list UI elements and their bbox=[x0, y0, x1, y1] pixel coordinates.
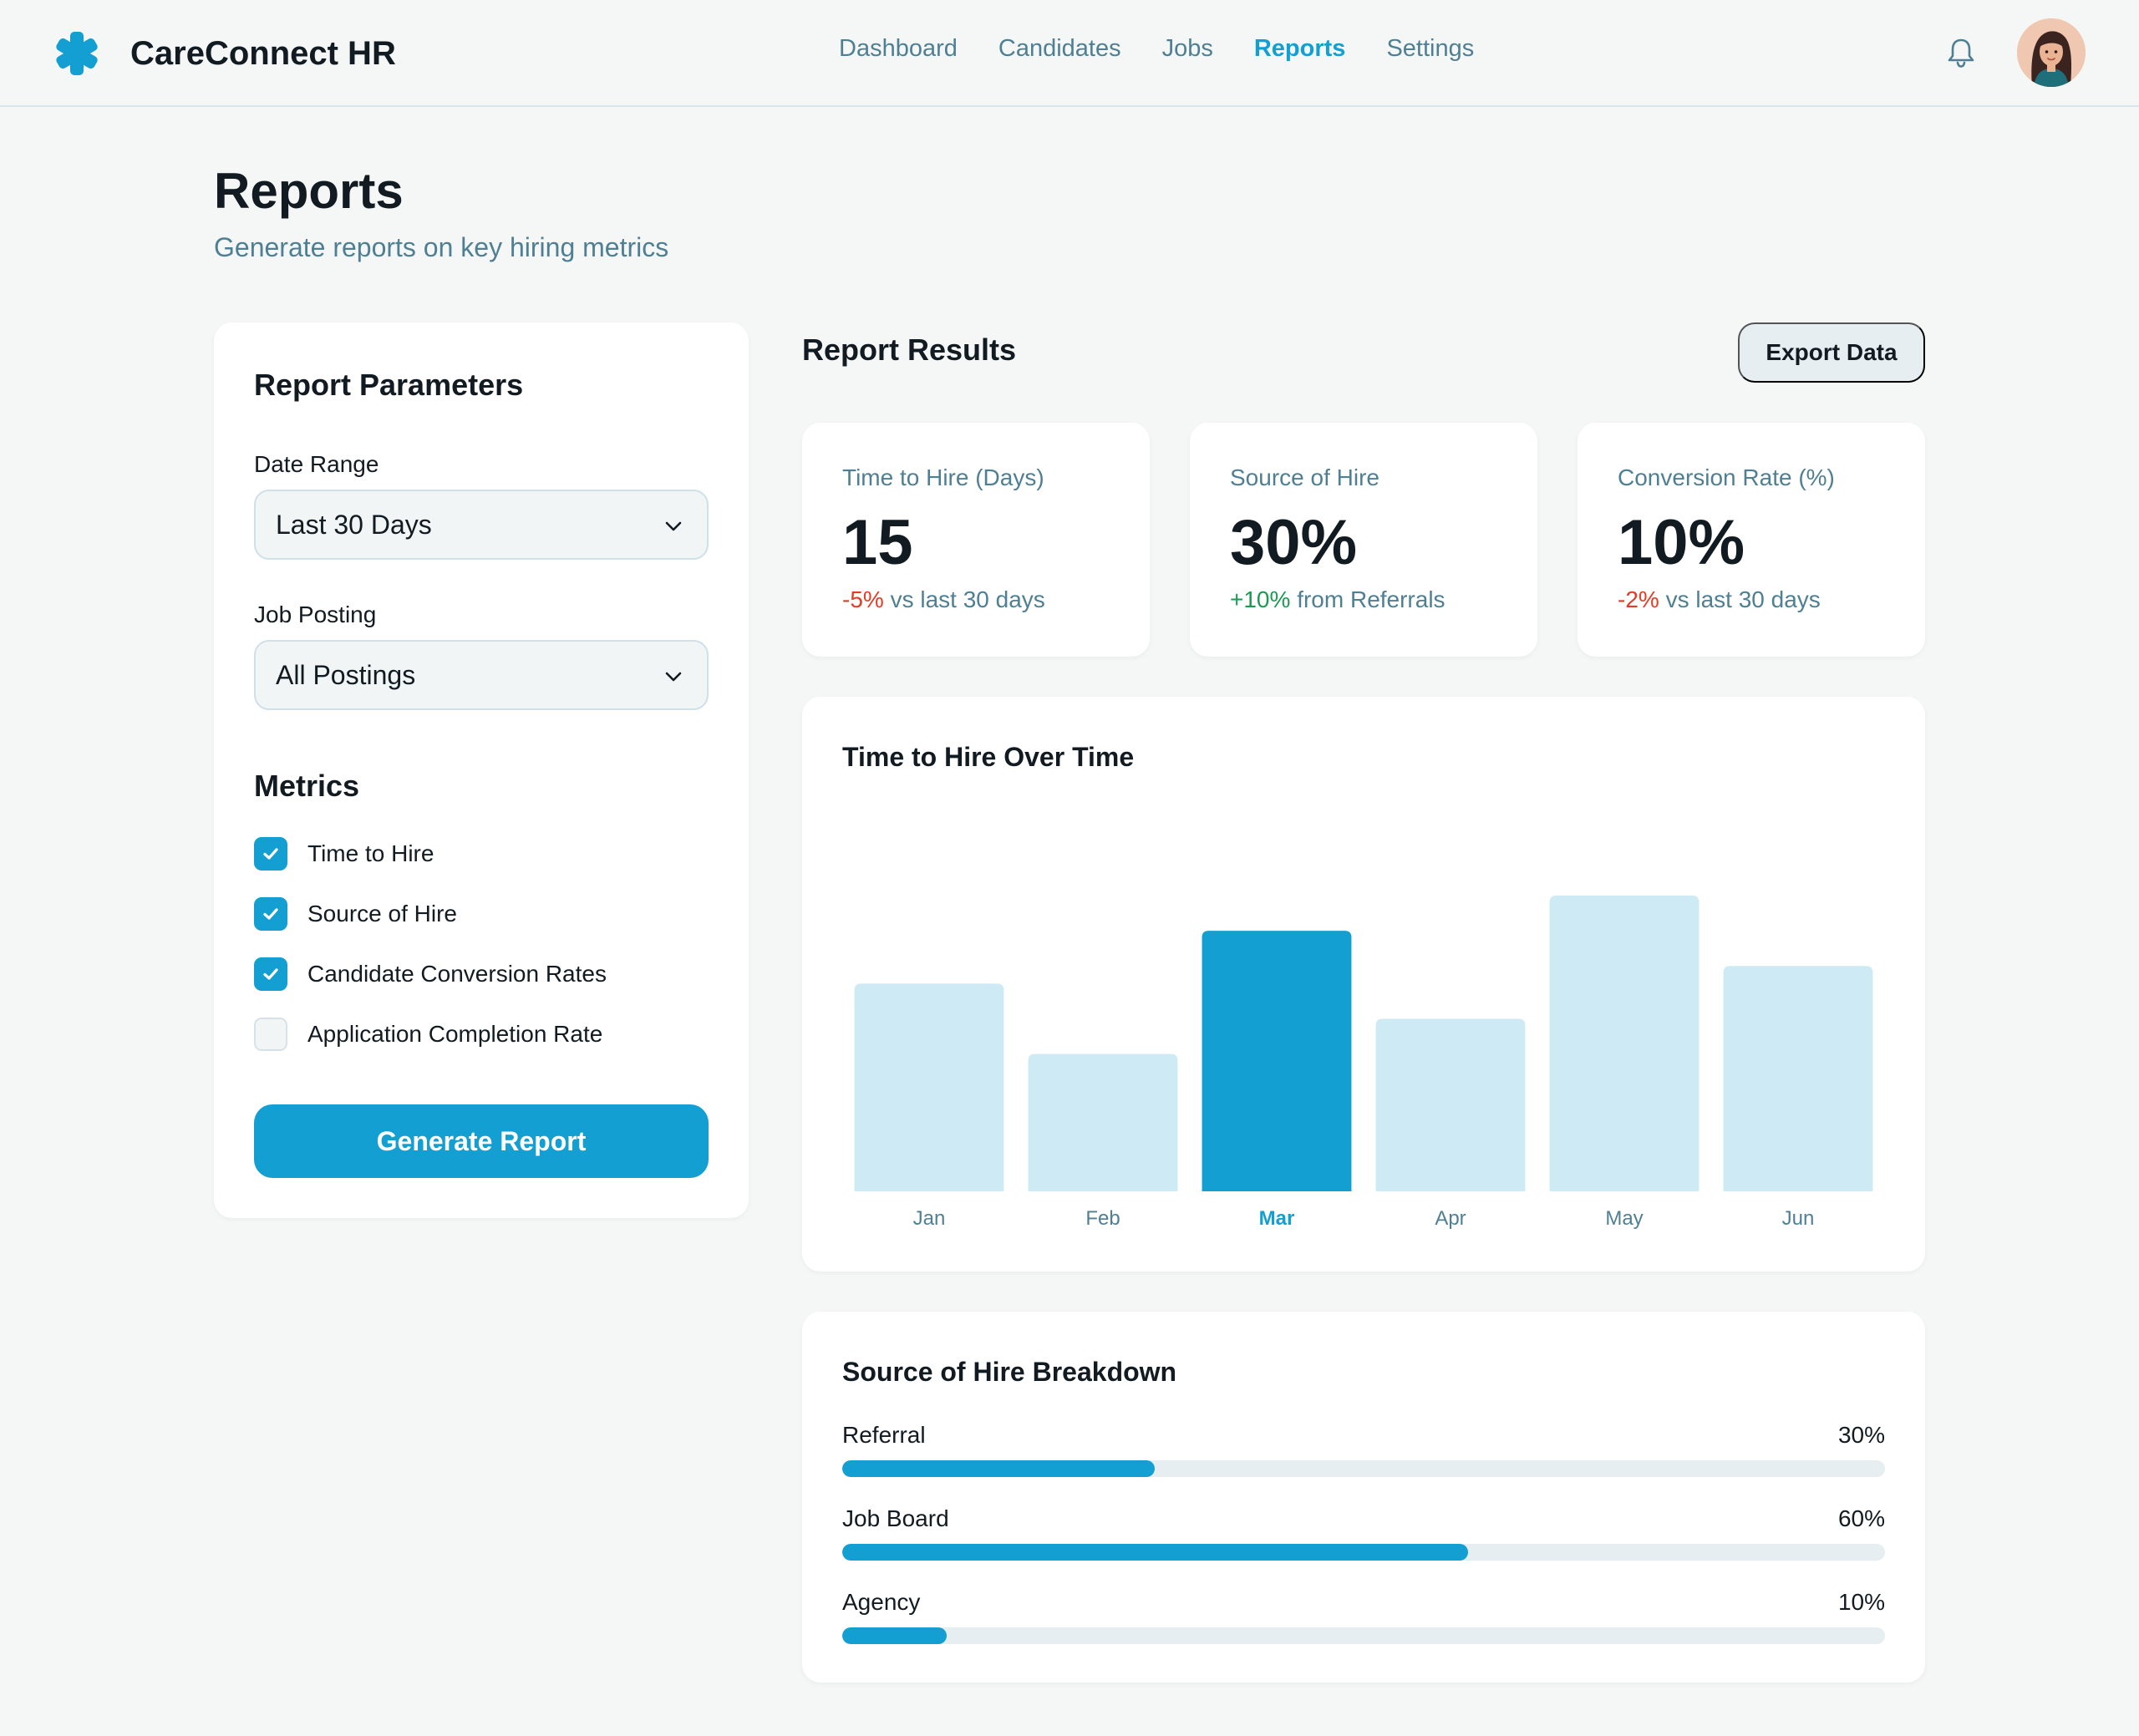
medical-asterisk-icon bbox=[56, 32, 98, 75]
user-avatar-image bbox=[2017, 18, 2086, 87]
metric-label: Time to Hire bbox=[307, 840, 434, 866]
metric-application-completion-rate[interactable]: Application Completion Rate bbox=[254, 1018, 602, 1051]
checkmark-icon bbox=[263, 968, 278, 980]
stat-delta-text: vs last 30 days bbox=[1665, 586, 1821, 612]
metric-candidate-conversion-rates[interactable]: Candidate Conversion Rates bbox=[254, 957, 607, 991]
stat-delta: -5% vs last 30 days bbox=[842, 586, 1045, 613]
stat-delta-text: vs last 30 days bbox=[890, 586, 1045, 612]
report-results-title: Report Results bbox=[802, 332, 1017, 367]
source-label: Agency bbox=[842, 1589, 921, 1615]
stat-delta-text: from Referrals bbox=[1297, 586, 1445, 612]
date-range-label: Date Range bbox=[254, 451, 379, 477]
nav-dashboard[interactable]: Dashboard bbox=[839, 35, 958, 63]
x-tick-label: Mar bbox=[1259, 1207, 1295, 1230]
progress-track bbox=[842, 1460, 1885, 1477]
source-label: Referral bbox=[842, 1422, 926, 1448]
stat-label: Source of Hire bbox=[1230, 464, 1379, 490]
page-subtitle: Generate reports on key hiring metrics bbox=[214, 232, 669, 262]
parameters-title: Report Parameters bbox=[254, 368, 524, 402]
brand-name: CareConnect HR bbox=[130, 34, 396, 72]
job-posting-label: Job Posting bbox=[254, 602, 377, 627]
date-range-value: Last 30 Days bbox=[276, 509, 432, 540]
checkbox-checked[interactable] bbox=[254, 837, 287, 871]
metric-label: Candidate Conversion Rates bbox=[307, 961, 607, 987]
nav-jobs[interactable]: Jobs bbox=[1162, 35, 1213, 63]
bar-jun[interactable] bbox=[1723, 966, 1873, 1191]
source-percent: 60% bbox=[1837, 1505, 1885, 1531]
bar-mar[interactable] bbox=[1202, 931, 1352, 1191]
top-navigation-bar: CareConnect HR Dashboard Candidates Jobs… bbox=[0, 0, 2139, 107]
stat-value: 30% bbox=[1230, 507, 1358, 578]
stat-label: Time to Hire (Days) bbox=[842, 464, 1044, 490]
chevron-down-icon bbox=[665, 672, 682, 682]
bar-jan[interactable] bbox=[854, 983, 1004, 1191]
x-tick-label: Jan bbox=[913, 1207, 946, 1230]
checkmark-icon bbox=[263, 848, 278, 860]
breakdown-title: Source of Hire Breakdown bbox=[842, 1357, 1177, 1387]
user-avatar[interactable] bbox=[2017, 18, 2086, 87]
date-range-select[interactable]: Last 30 Days bbox=[254, 490, 709, 560]
stat-delta-value: +10% bbox=[1230, 586, 1291, 612]
metric-time-to-hire[interactable]: Time to Hire bbox=[254, 837, 434, 871]
progress-track bbox=[842, 1627, 1885, 1644]
x-tick-label: Apr bbox=[1435, 1207, 1466, 1230]
stat-delta: -2% vs last 30 days bbox=[1618, 586, 1821, 613]
time-to-hire-chart-card: Time to Hire Over Time Jan Feb Mar Apr May Ju… bbox=[802, 697, 1925, 1272]
time-to-hire-bar-chart: Jan Feb Mar Apr May Jun bbox=[854, 896, 1873, 1230]
metric-label: Application Completion Rate bbox=[307, 1021, 603, 1047]
job-posting-value: All Postings bbox=[276, 659, 416, 690]
source-percent: 30% bbox=[1837, 1422, 1885, 1448]
stat-delta-value: -2% bbox=[1618, 586, 1659, 612]
nav-reports[interactable]: Reports bbox=[1254, 35, 1346, 63]
progress-track bbox=[842, 1544, 1885, 1561]
source-percent: 10% bbox=[1837, 1589, 1885, 1615]
stat-card-time-to-hire: Time to Hire (Days) 15 -5% vs last 30 da… bbox=[802, 423, 1150, 657]
report-parameters-panel: Report Parameters Date Range Last 30 Day… bbox=[214, 322, 749, 1218]
stat-delta-value: -5% bbox=[842, 586, 884, 612]
bar-apr[interactable] bbox=[1375, 1018, 1526, 1192]
bar-may[interactable] bbox=[1549, 896, 1700, 1191]
source-of-hire-breakdown-card: Source of Hire Breakdown Referral 30% Jo… bbox=[802, 1312, 1925, 1683]
checkbox-checked[interactable] bbox=[254, 897, 287, 931]
nav-settings[interactable]: Settings bbox=[1386, 35, 1474, 63]
stat-delta: +10% from Referrals bbox=[1230, 586, 1445, 613]
progress-fill bbox=[842, 1627, 947, 1644]
checkbox-unchecked[interactable] bbox=[254, 1018, 287, 1051]
x-tick-label: Feb bbox=[1085, 1207, 1120, 1230]
stat-label: Conversion Rate (%) bbox=[1618, 464, 1835, 490]
x-tick-label: May bbox=[1605, 1207, 1643, 1230]
source-label: Job Board bbox=[842, 1505, 949, 1531]
nav-candidates[interactable]: Candidates bbox=[998, 35, 1121, 63]
metric-label: Source of Hire bbox=[307, 901, 457, 926]
x-tick-label: Jun bbox=[1782, 1207, 1815, 1230]
checkmark-icon bbox=[263, 908, 278, 920]
stat-card-source-of-hire: Source of Hire 30% +10% from Referrals bbox=[1190, 423, 1537, 657]
bell-icon[interactable] bbox=[1943, 35, 1979, 70]
metrics-title: Metrics bbox=[254, 769, 360, 803]
main-nav: Dashboard Candidates Jobs Reports Settin… bbox=[839, 35, 1474, 63]
progress-fill bbox=[842, 1460, 1156, 1477]
stat-value: 10% bbox=[1618, 507, 1745, 578]
checkbox-checked[interactable] bbox=[254, 957, 287, 991]
metric-source-of-hire[interactable]: Source of Hire bbox=[254, 897, 457, 931]
chevron-down-icon bbox=[665, 521, 682, 531]
job-posting-select[interactable]: All Postings bbox=[254, 640, 709, 710]
brand[interactable]: CareConnect HR bbox=[53, 30, 396, 77]
stat-card-conversion-rate: Conversion Rate (%) 10% -2% vs last 30 d… bbox=[1578, 423, 1925, 657]
export-data-button[interactable]: Export Data bbox=[1738, 322, 1925, 383]
progress-fill bbox=[842, 1544, 1468, 1561]
page-title: Reports bbox=[214, 163, 404, 219]
generate-report-button[interactable]: Generate Report bbox=[254, 1104, 709, 1178]
stat-value: 15 bbox=[842, 507, 913, 578]
bar-feb[interactable] bbox=[1028, 1053, 1178, 1191]
